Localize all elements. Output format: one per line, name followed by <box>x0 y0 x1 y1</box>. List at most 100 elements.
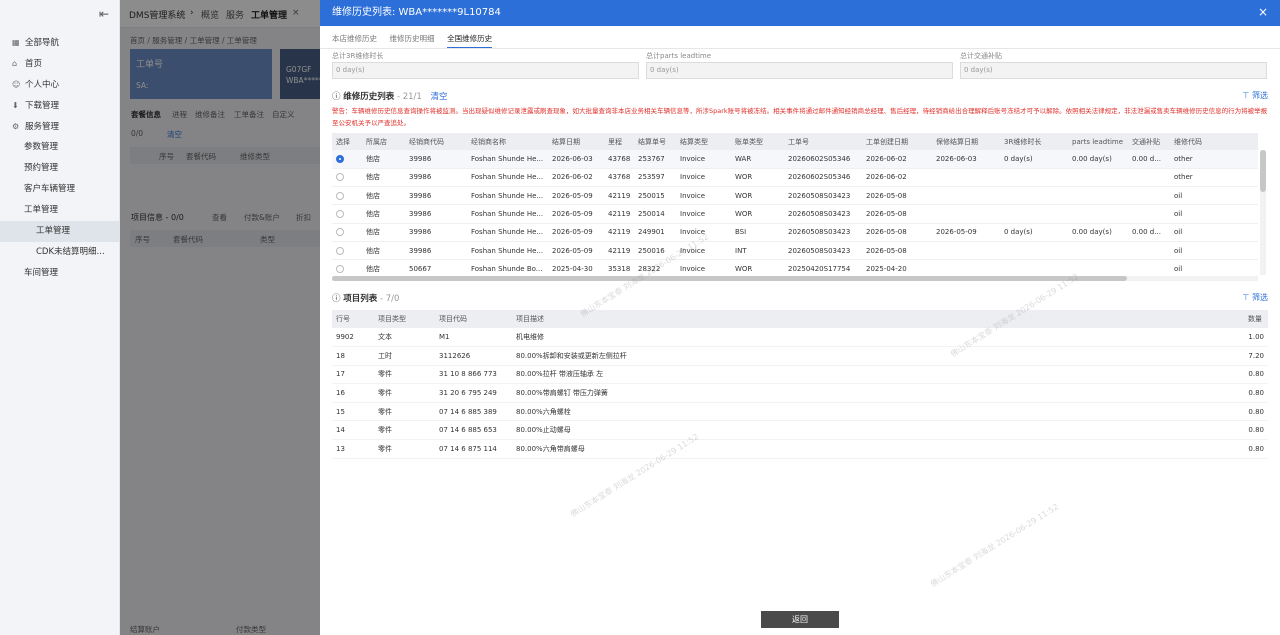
history-vertical-scrollbar[interactable] <box>1260 150 1266 275</box>
tab-local-history[interactable]: 本店维修历史 <box>332 33 377 47</box>
table-row[interactable]: 他店 39986 Foshan Shunde He... 2026-06-02 4376… <box>332 168 1258 188</box>
sidebar-item-label: 工单管理 <box>24 205 59 215</box>
cell-r3 <box>1000 168 1068 188</box>
row-radio[interactable] <box>336 228 344 237</box>
close-icon[interactable]: × <box>1258 5 1268 19</box>
back-button[interactable]: 返回 <box>761 611 839 628</box>
item-qty: 0.80 <box>1202 402 1268 422</box>
history-col-0[interactable]: 选择 <box>332 133 362 150</box>
history-col-2[interactable]: 经销商代码 <box>405 133 467 150</box>
sidebar-item-7[interactable]: 客户车辆管理 <box>0 179 120 200</box>
row-radio[interactable] <box>336 210 344 219</box>
tab-history-detail[interactable]: 维修历史明细 <box>390 33 435 47</box>
table-row[interactable]: 他店 39986 Foshan Shunde He... 2026-05-09 4211… <box>332 186 1258 206</box>
history-col-8[interactable]: 账单类型 <box>731 133 784 150</box>
list-item[interactable]: 18 工时 3112626 80.00%拆卸和安装或更新左侧拉杆 7.20 <box>332 346 1268 366</box>
cell-mileage: 42119 <box>604 186 634 206</box>
item-line: 9902 <box>332 328 374 348</box>
sidebar-item-4[interactable]: ⚙ 服务管理 <box>0 116 120 137</box>
repair-history-dialog: 维修历史列表: WBA*******9L10784 × 本店维修历史 维修历史明… <box>320 0 1280 635</box>
sidebar-item-5[interactable]: 参数管理 <box>0 137 120 158</box>
cell-warranty_date: 2026-06-03 <box>932 150 1000 169</box>
filter-icon: ⊤ <box>1242 91 1250 100</box>
cell-dealer_code: 39986 <box>405 223 467 242</box>
sidebar-item-8[interactable]: 工单管理 <box>0 200 120 221</box>
cell-code: other <box>1170 168 1258 188</box>
col-line[interactable]: 行号 <box>332 310 374 328</box>
sidebar-item-3[interactable]: ⬇ 下载管理 <box>0 95 120 116</box>
horizontal-scroll-thumb[interactable] <box>332 276 1127 281</box>
row-radio[interactable] <box>336 191 344 200</box>
sidebar-item-1[interactable]: ⌂ 首页 <box>0 53 120 74</box>
history-col-13[interactable]: parts leadtime <box>1068 133 1128 150</box>
items-filter-button[interactable]: ⊤ 筛选 <box>1242 292 1268 303</box>
cell-dealer_code: 39986 <box>405 241 467 261</box>
list-item[interactable]: 16 零件 31 20 6 795 249 80.00%带肩螺钉 带压力弹簧 0.80 <box>332 383 1268 403</box>
col-code[interactable]: 项目代码 <box>435 310 512 328</box>
summary-label-traffic: 总计交通补贴 <box>960 52 1002 60</box>
history-col-10[interactable]: 工单创建日期 <box>862 133 932 150</box>
sidebar-item-10[interactable]: CDK未结算明细... <box>0 242 120 263</box>
sidebar-item-0[interactable]: ▦ 全部导航 <box>0 32 120 53</box>
sidebar-item-9[interactable]: 工单管理 <box>0 221 120 242</box>
col-type[interactable]: 项目类型 <box>374 310 435 328</box>
history-col-11[interactable]: 保修结算日期 <box>932 133 1000 150</box>
history-clear-link[interactable]: 清空 <box>431 92 448 102</box>
table-row[interactable]: 他店 39986 Foshan Shunde He... 2026-05-09 4211… <box>332 204 1258 224</box>
cell-mileage: 43768 <box>604 168 634 188</box>
list-item[interactable]: 13 零件 07 14 6 875 114 80.00%六角带肩螺母 0.80 <box>332 439 1268 459</box>
history-col-1[interactable]: 所属店 <box>362 133 405 150</box>
history-col-9[interactable]: 工单号 <box>784 133 862 150</box>
cell-settle_date: 2026-05-09 <box>548 204 604 224</box>
modal-overlay[interactable] <box>120 0 320 635</box>
table-row[interactable]: 他店 39986 Foshan Shunde He... 2026-05-09 4211… <box>332 223 1258 242</box>
cell-parts: 0.00 day(s) <box>1068 223 1128 242</box>
history-col-14[interactable]: 交通补贴 <box>1128 133 1170 150</box>
history-col-15[interactable]: 维修代码 <box>1170 133 1258 150</box>
collapse-menu-icon[interactable]: ⇤ <box>99 7 109 21</box>
cell-dealer_code: 39986 <box>405 186 467 206</box>
history-col-3[interactable]: 经销商名称 <box>467 133 548 150</box>
history-col-6[interactable]: 结算单号 <box>634 133 676 150</box>
table-row[interactable]: 他店 39986 Foshan Shunde He... 2026-06-03 4376… <box>332 150 1258 169</box>
history-col-4[interactable]: 结算日期 <box>548 133 604 150</box>
list-item[interactable]: 9902 文本 M1 机电维修 1.00 <box>332 328 1268 348</box>
cell-store: 他店 <box>362 150 405 169</box>
row-radio[interactable] <box>336 264 344 273</box>
item-type: 零件 <box>374 420 435 441</box>
cell-code: other <box>1170 150 1258 169</box>
row-radio[interactable] <box>336 246 344 255</box>
item-line: 14 <box>332 420 374 441</box>
history-horizontal-scrollbar[interactable] <box>332 276 1258 281</box>
summary-label-3r: 总计3R维修时长 <box>332 52 384 60</box>
tab-national-history[interactable]: 全国维修历史 <box>447 33 493 49</box>
sidebar-item-label: CDK未结算明细... <box>36 247 105 257</box>
table-row[interactable]: 他店 39986 Foshan Shunde He... 2026-05-09 4211… <box>332 241 1258 261</box>
col-desc[interactable]: 项目描述 <box>512 310 1202 328</box>
service-icon: ⚙ <box>12 122 20 131</box>
list-item[interactable]: 17 零件 31 10 8 866 773 80.00%拉杆 带液压轴承 左 0.80 <box>332 365 1268 385</box>
cell-settle_type: Invoice <box>676 186 731 206</box>
history-col-12[interactable]: 3R维修时长 <box>1000 133 1068 150</box>
sidebar-item-11[interactable]: 车间管理 <box>0 263 120 284</box>
item-qty: 0.80 <box>1202 365 1268 385</box>
info-icon: ⓘ <box>332 92 341 102</box>
list-item[interactable]: 15 零件 07 14 6 885 389 80.00%六角螺栓 0.80 <box>332 402 1268 422</box>
row-radio[interactable] <box>336 154 344 163</box>
item-desc: 80.00%止动螺母 <box>512 420 1202 441</box>
summary-field-3r: 0 day(s) <box>332 62 639 79</box>
sidebar-item-label: 预约管理 <box>24 163 59 173</box>
sidebar-item-2[interactable]: ☺ 个人中心 <box>0 74 120 95</box>
list-item[interactable]: 14 零件 07 14 6 885 653 80.00%止动螺母 0.80 <box>332 420 1268 441</box>
col-qty[interactable]: 数量 <box>1202 310 1268 328</box>
cell-r3: 0 day(s) <box>1000 223 1068 242</box>
history-col-5[interactable]: 里程 <box>604 133 634 150</box>
cell-ro_date: 2026-05-08 <box>862 241 932 261</box>
history-filter-button[interactable]: ⊤ 筛选 <box>1242 90 1268 101</box>
row-radio[interactable] <box>336 173 344 182</box>
sidebar-item-6[interactable]: 预约管理 <box>0 158 120 179</box>
cell-bill_type: BSI <box>731 223 784 242</box>
history-col-7[interactable]: 结算类型 <box>676 133 731 150</box>
cell-bill_type: WOR <box>731 204 784 224</box>
vertical-scroll-thumb[interactable] <box>1260 150 1266 192</box>
